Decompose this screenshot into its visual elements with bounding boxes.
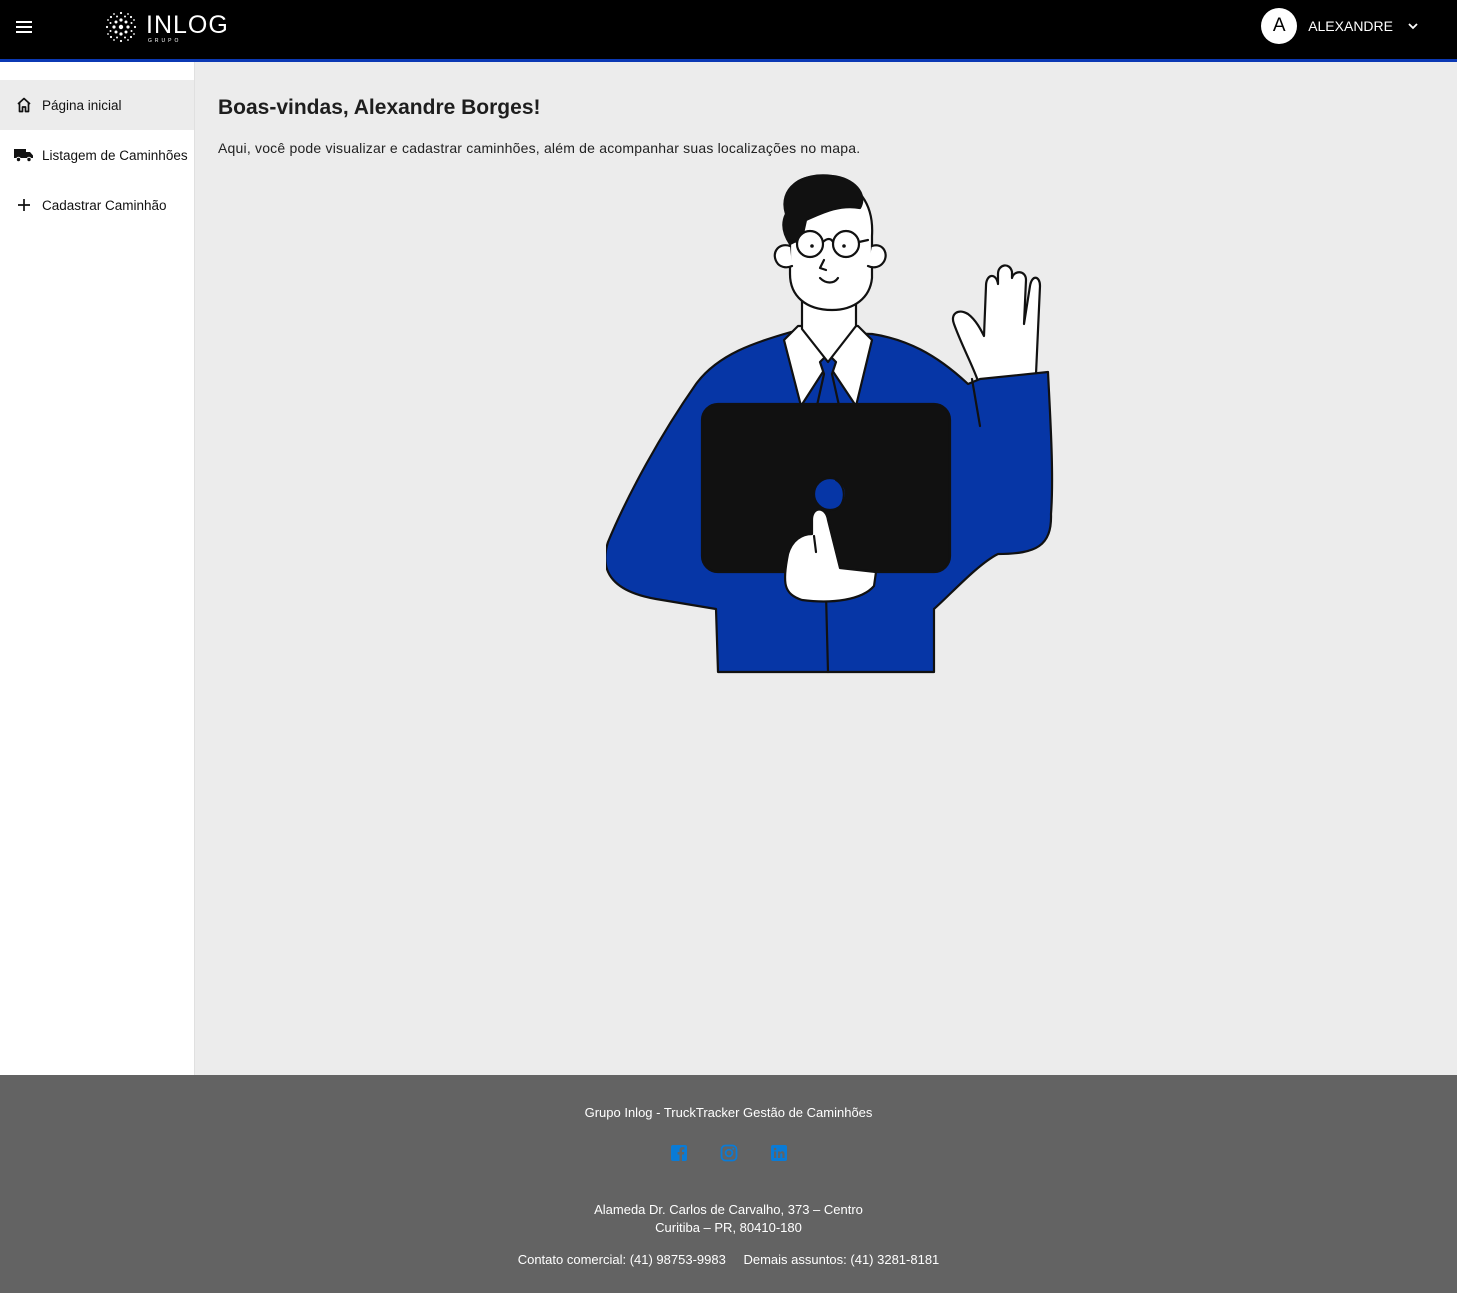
sidebar-item-register-truck[interactable]: Cadastrar Caminhão — [0, 180, 194, 230]
chevron-down-icon[interactable] — [1407, 20, 1419, 32]
facebook-icon[interactable] — [670, 1144, 688, 1162]
main-content: Boas-vindas, Alexandre Borges! Aqui, voc… — [196, 62, 1457, 1075]
menu-icon[interactable] — [14, 17, 36, 39]
footer: Grupo Inlog - TruckTracker Gestão de Cam… — [0, 1075, 1457, 1293]
sidebar-item-label: Cadastrar Caminhão — [42, 197, 167, 213]
logo-subtext: GRUPO — [148, 38, 182, 44]
linkedin-icon[interactable] — [770, 1144, 788, 1162]
sidebar-item-label: Listagem de Caminhões — [42, 147, 188, 163]
contact-commercial: Contato comercial: (41) 98753-9983 — [517, 1252, 726, 1267]
logo-text: INLOG — [146, 10, 229, 39]
page-title: Boas-vindas, Alexandre Borges! — [218, 96, 541, 119]
plus-icon — [14, 195, 34, 215]
sidebar-item-label: Página inicial — [42, 97, 122, 113]
page-description: Aqui, você pode visualizar e cadastrar c… — [218, 140, 861, 156]
contact-info: Contato comercial: (41) 98753-9983 Demai… — [0, 1252, 1457, 1267]
user-menu[interactable]: A ALEXANDRE — [1261, 8, 1419, 44]
inlog-logo[interactable]: INLOG GRUPO — [102, 8, 229, 46]
address-line-1: Alameda Dr. Carlos de Carvalho, 373 – Ce… — [594, 1202, 863, 1217]
social-links — [670, 1144, 788, 1162]
home-icon — [14, 95, 34, 115]
truck-icon — [14, 145, 34, 165]
address-line-2: Curitiba – PR, 80410-180 — [655, 1220, 802, 1235]
avatar[interactable]: A — [1261, 8, 1298, 44]
sidebar-item-home[interactable]: Página inicial — [0, 80, 194, 130]
user-name[interactable]: ALEXANDRE — [1308, 18, 1393, 34]
instagram-icon[interactable] — [720, 1144, 738, 1162]
top-app-bar: INLOG GRUPO A ALEXANDRE — [0, 0, 1457, 62]
welcome-illustration — [606, 174, 1054, 674]
sidebar-item-truck-list[interactable]: Listagem de Caminhões — [0, 130, 194, 180]
logo-dots-icon — [105, 11, 137, 43]
sidebar: Página inicial Listagem de Caminhões Cad… — [0, 62, 195, 1075]
footer-title: Grupo Inlog - TruckTracker Gestão de Cam… — [584, 1105, 873, 1120]
contact-other: Demais assuntos: (41) 3281-8181 — [743, 1252, 940, 1267]
